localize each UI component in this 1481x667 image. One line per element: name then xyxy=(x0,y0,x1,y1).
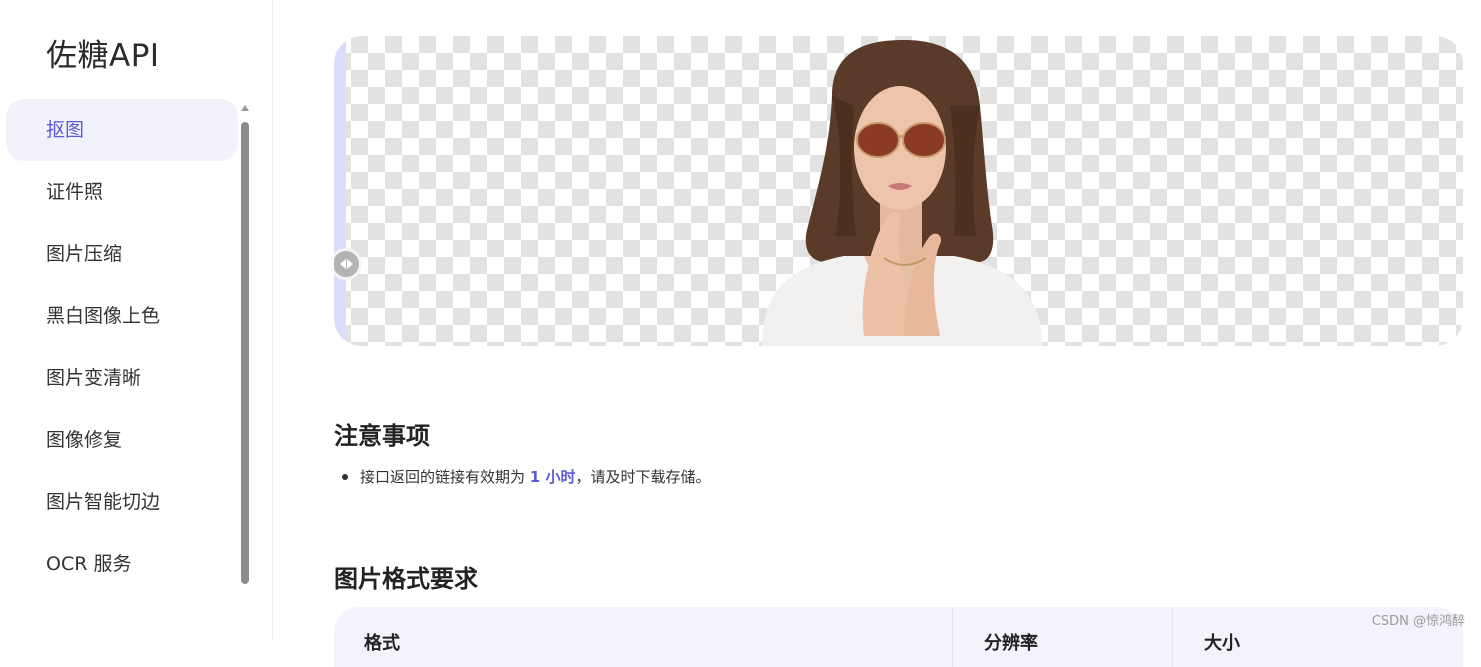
sidebar: 佐糖API 抠图 证件照 图片压缩 黑白图像上色 图片变清晰 图像修复 图片智能… xyxy=(0,0,273,639)
bullet-icon xyxy=(342,473,348,480)
sidebar-item-enhance[interactable]: 图片变清晰 xyxy=(6,347,238,409)
notes-heading: 注意事项 xyxy=(334,422,430,450)
table-divider xyxy=(1172,607,1173,667)
table-header-format: 格式 xyxy=(364,633,400,654)
arrow-right-icon xyxy=(346,259,353,269)
sidebar-item-smart-crop[interactable]: 图片智能切边 xyxy=(6,471,238,533)
cutout-portrait-image xyxy=(762,40,1042,346)
sidebar-item-id-photo[interactable]: 证件照 xyxy=(6,161,238,223)
main-content: 注意事项 接口返回的链接有效期为 1 小时，请及时下载存储。 图片格式要求 格式… xyxy=(334,0,1464,667)
sidebar-item-repair[interactable]: 图像修复 xyxy=(6,409,238,471)
sidebar-item-image-compress[interactable]: 图片压缩 xyxy=(6,223,238,285)
format-heading: 图片格式要求 xyxy=(334,565,478,593)
before-after-compare-image[interactable] xyxy=(334,36,1463,346)
sidebar-item-colorize[interactable]: 黑白图像上色 xyxy=(6,285,238,347)
notes-list-item: 接口返回的链接有效期为 1 小时，请及时下载存储。 xyxy=(334,466,710,487)
format-table-header: 格式 分辨率 大小 xyxy=(334,607,1463,667)
sidebar-nav: 抠图 证件照 图片压缩 黑白图像上色 图片变清晰 图像修复 图片智能切边 OCR… xyxy=(6,99,238,595)
scrollbar-thumb[interactable] xyxy=(241,122,249,584)
table-divider xyxy=(952,607,953,667)
arrow-left-icon xyxy=(339,259,346,269)
note-suffix: ，请及时下载存储。 xyxy=(575,468,711,486)
sidebar-scrollbar[interactable] xyxy=(240,105,250,591)
table-header-resolution: 分辨率 xyxy=(984,633,1038,654)
brand-title[interactable]: 佐糖API xyxy=(46,30,160,75)
note-prefix: 接口返回的链接有效期为 xyxy=(360,468,526,486)
sidebar-item-ocr[interactable]: OCR 服务 xyxy=(6,533,238,595)
note-highlight: 1 小时 xyxy=(529,468,576,486)
sidebar-item-cutout[interactable]: 抠图 xyxy=(6,99,238,161)
table-header-size: 大小 xyxy=(1204,633,1240,654)
compare-divider[interactable] xyxy=(334,36,346,346)
watermark: CSDN @惊鸿醉 xyxy=(1371,614,1465,629)
scroll-up-arrow-icon[interactable] xyxy=(241,105,249,111)
compare-slider-handle-icon[interactable] xyxy=(334,248,362,280)
